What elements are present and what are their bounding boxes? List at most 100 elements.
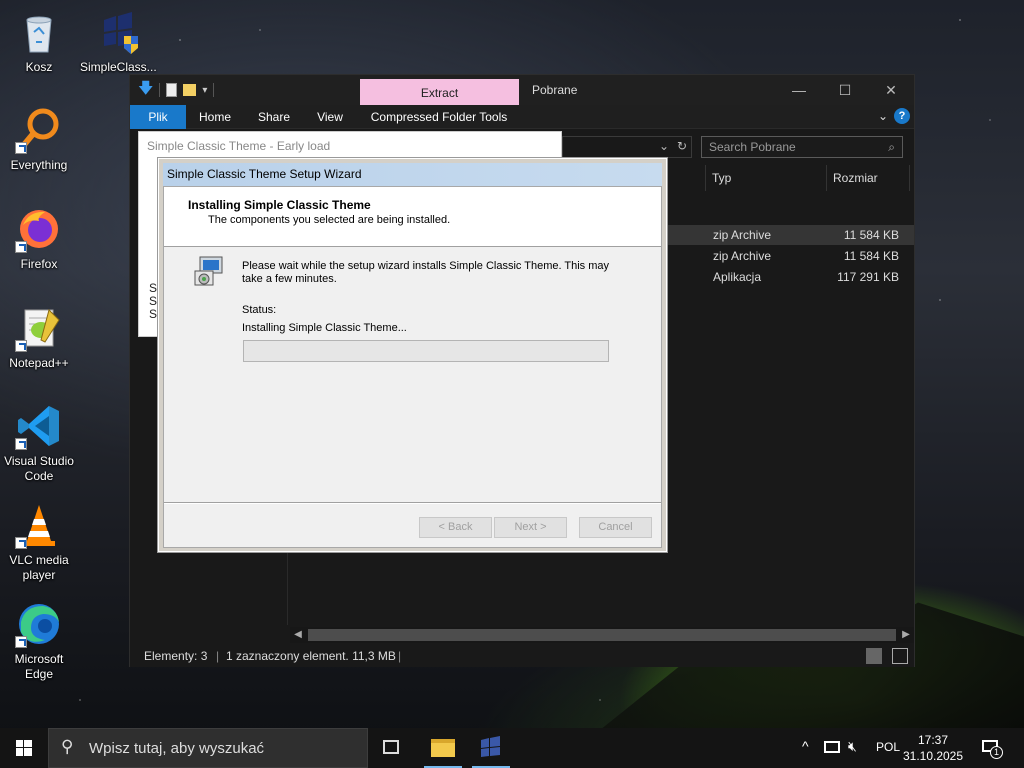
- ribbon-expand-chevron-icon[interactable]: ⌄: [878, 109, 888, 123]
- desktop-icon-edge[interactable]: Microsoft Edge: [2, 600, 76, 682]
- desktop-icon-everything[interactable]: Everything: [2, 106, 76, 173]
- volume-muted-icon[interactable]: 🔇︎: [848, 738, 857, 755]
- window-controls: — ☐ ✕: [776, 75, 914, 105]
- installer-computer-icon: [192, 255, 226, 289]
- early-load-text: S S S: [149, 282, 157, 321]
- shortcut-arrow-icon: [15, 438, 27, 450]
- scroll-left-arrow-icon[interactable]: ◀: [290, 627, 306, 643]
- next-button[interactable]: Next >: [494, 517, 567, 538]
- quick-access-toolbar: 🡇 ▾: [138, 80, 215, 99]
- wizard-description-line: Please wait while the setup wizard insta…: [242, 260, 610, 272]
- contextual-tab-extract[interactable]: Extract: [360, 79, 519, 105]
- clock-date: 31.10.2025: [902, 749, 964, 763]
- start-button[interactable]: [0, 728, 48, 768]
- install-progress-bar: [243, 340, 609, 362]
- input-language[interactable]: POL: [876, 740, 900, 754]
- file-type: zip Archive: [713, 228, 772, 242]
- vlc-cone-icon: [15, 501, 63, 549]
- desktop-icon-firefox[interactable]: Firefox: [2, 205, 76, 272]
- scrollbar-thumb[interactable]: [308, 629, 896, 641]
- wizard-description: Please wait while the setup wizard insta…: [242, 260, 612, 286]
- shortcut-arrow-icon: [15, 537, 27, 549]
- help-icon[interactable]: ?: [894, 108, 910, 124]
- file-type: zip Archive: [713, 249, 772, 263]
- notification-center-button[interactable]: 1: [980, 736, 1004, 760]
- notepad-plus-plus-icon: [15, 304, 63, 352]
- tab-share[interactable]: Share: [250, 105, 298, 129]
- desktop-icon-vlc[interactable]: VLC media player: [2, 501, 76, 583]
- file-size: 117 291 KB: [837, 270, 899, 284]
- setup-wizard-dialog[interactable]: Simple Classic Theme Setup Wizard Instal…: [157, 157, 668, 553]
- shortcut-arrow-icon: [15, 241, 27, 253]
- desktop-icon-label: Visual Studio Code: [4, 454, 74, 483]
- tab-view[interactable]: View: [308, 105, 352, 129]
- desktop-icon-label: Notepad++: [9, 356, 69, 370]
- recycle-bin-icon: [15, 8, 63, 56]
- separator: [164, 502, 661, 504]
- wizard-description-line: take a few minutes.: [242, 273, 337, 285]
- file-size: 11 584 KB: [843, 249, 899, 263]
- firefox-icon: [15, 205, 63, 253]
- minimize-button[interactable]: —: [776, 75, 822, 105]
- taskbar-search-box[interactable]: ⚲ Wpisz tutaj, aby wyszukać: [48, 728, 368, 768]
- desktop-icon-notepad-plus-plus[interactable]: Notepad++: [2, 304, 76, 371]
- taskbar-file-explorer[interactable]: [420, 728, 466, 768]
- tab-compressed-folder-tools[interactable]: Compressed Folder Tools: [362, 105, 516, 129]
- window-title: Pobrane: [532, 83, 578, 97]
- task-view-button[interactable]: [368, 728, 414, 768]
- desktop-icon-label: SimpleClass...: [80, 60, 157, 74]
- cancel-button[interactable]: Cancel: [579, 517, 652, 538]
- shortcut-arrow-icon: [15, 340, 27, 352]
- explorer-titlebar[interactable]: 🡇 ▾ Extract Pobrane — ☐ ✕: [130, 75, 914, 105]
- desktop-icon-label: Everything: [10, 158, 68, 172]
- shortcut-arrow-icon: [15, 636, 27, 648]
- clock[interactable]: 17:37 31.10.2025: [900, 732, 966, 764]
- desktop-icon-recycle-bin[interactable]: Kosz: [2, 8, 76, 75]
- chevron-down-icon[interactable]: ⌄: [659, 139, 669, 153]
- desktop-icon-vscode[interactable]: Visual Studio Code: [2, 402, 76, 484]
- horizontal-scrollbar[interactable]: ◀ ▶: [290, 627, 914, 643]
- taskbar-simpleclassic-setup[interactable]: [468, 728, 514, 768]
- early-load-letter: S: [149, 307, 158, 321]
- status-bar: Elementy: 3 | 1 zaznaczony element. 11,3…: [130, 645, 914, 667]
- item-count: Elementy: 3: [144, 649, 208, 663]
- tab-home[interactable]: Home: [192, 105, 238, 129]
- vscode-icon: [15, 402, 63, 450]
- wizard-subheading: The components you selected are being in…: [208, 214, 451, 226]
- wizard-titlebar[interactable]: Simple Classic Theme Setup Wizard: [163, 163, 662, 186]
- clock-time: 17:37: [917, 733, 949, 747]
- close-button[interactable]: ✕: [868, 75, 914, 105]
- address-bar[interactable]: ⌄ ↻: [562, 136, 692, 158]
- early-load-title: Simple Classic Theme - Early load: [147, 139, 331, 153]
- task-view-icon: [383, 740, 399, 754]
- search-icon: ⌕: [888, 140, 895, 154]
- large-icons-view-icon[interactable]: [892, 648, 908, 664]
- everything-icon: [15, 106, 63, 154]
- desktop-icon-label: Firefox: [20, 257, 58, 271]
- show-hidden-icons-chevron-icon[interactable]: ^: [802, 738, 809, 754]
- column-header-size[interactable]: Rozmiar: [826, 165, 910, 191]
- search-placeholder: Search Pobrane: [709, 140, 796, 154]
- back-button[interactable]: < Back: [419, 517, 492, 538]
- properties-icon[interactable]: [166, 83, 178, 97]
- refresh-icon[interactable]: ↻: [677, 139, 687, 153]
- tab-file[interactable]: Plik: [130, 105, 186, 129]
- search-input[interactable]: Search Pobrane ⌕: [701, 136, 903, 158]
- search-icon: ⚲: [61, 737, 74, 756]
- down-arrow-icon[interactable]: 🡇: [138, 78, 153, 103]
- new-folder-icon[interactable]: [183, 84, 197, 96]
- column-header-type[interactable]: Typ: [705, 165, 824, 191]
- status-value: Installing Simple Classic Theme...: [242, 322, 407, 334]
- simpleclassic-installer-icon: [481, 736, 500, 757]
- separator: [159, 83, 161, 97]
- customize-toolbar-icon[interactable]: ▾: [202, 85, 207, 96]
- separator: |: [216, 649, 220, 663]
- separator: |: [398, 649, 402, 663]
- maximize-button[interactable]: ☐: [822, 75, 868, 105]
- shortcut-arrow-icon: [15, 142, 27, 154]
- scroll-right-arrow-icon[interactable]: ▶: [898, 627, 914, 643]
- network-icon[interactable]: [824, 741, 840, 753]
- notification-count-badge: 1: [990, 746, 1003, 759]
- details-view-icon[interactable]: [866, 648, 882, 664]
- desktop-icon-simpleclassic[interactable]: SimpleClass...: [80, 8, 157, 75]
